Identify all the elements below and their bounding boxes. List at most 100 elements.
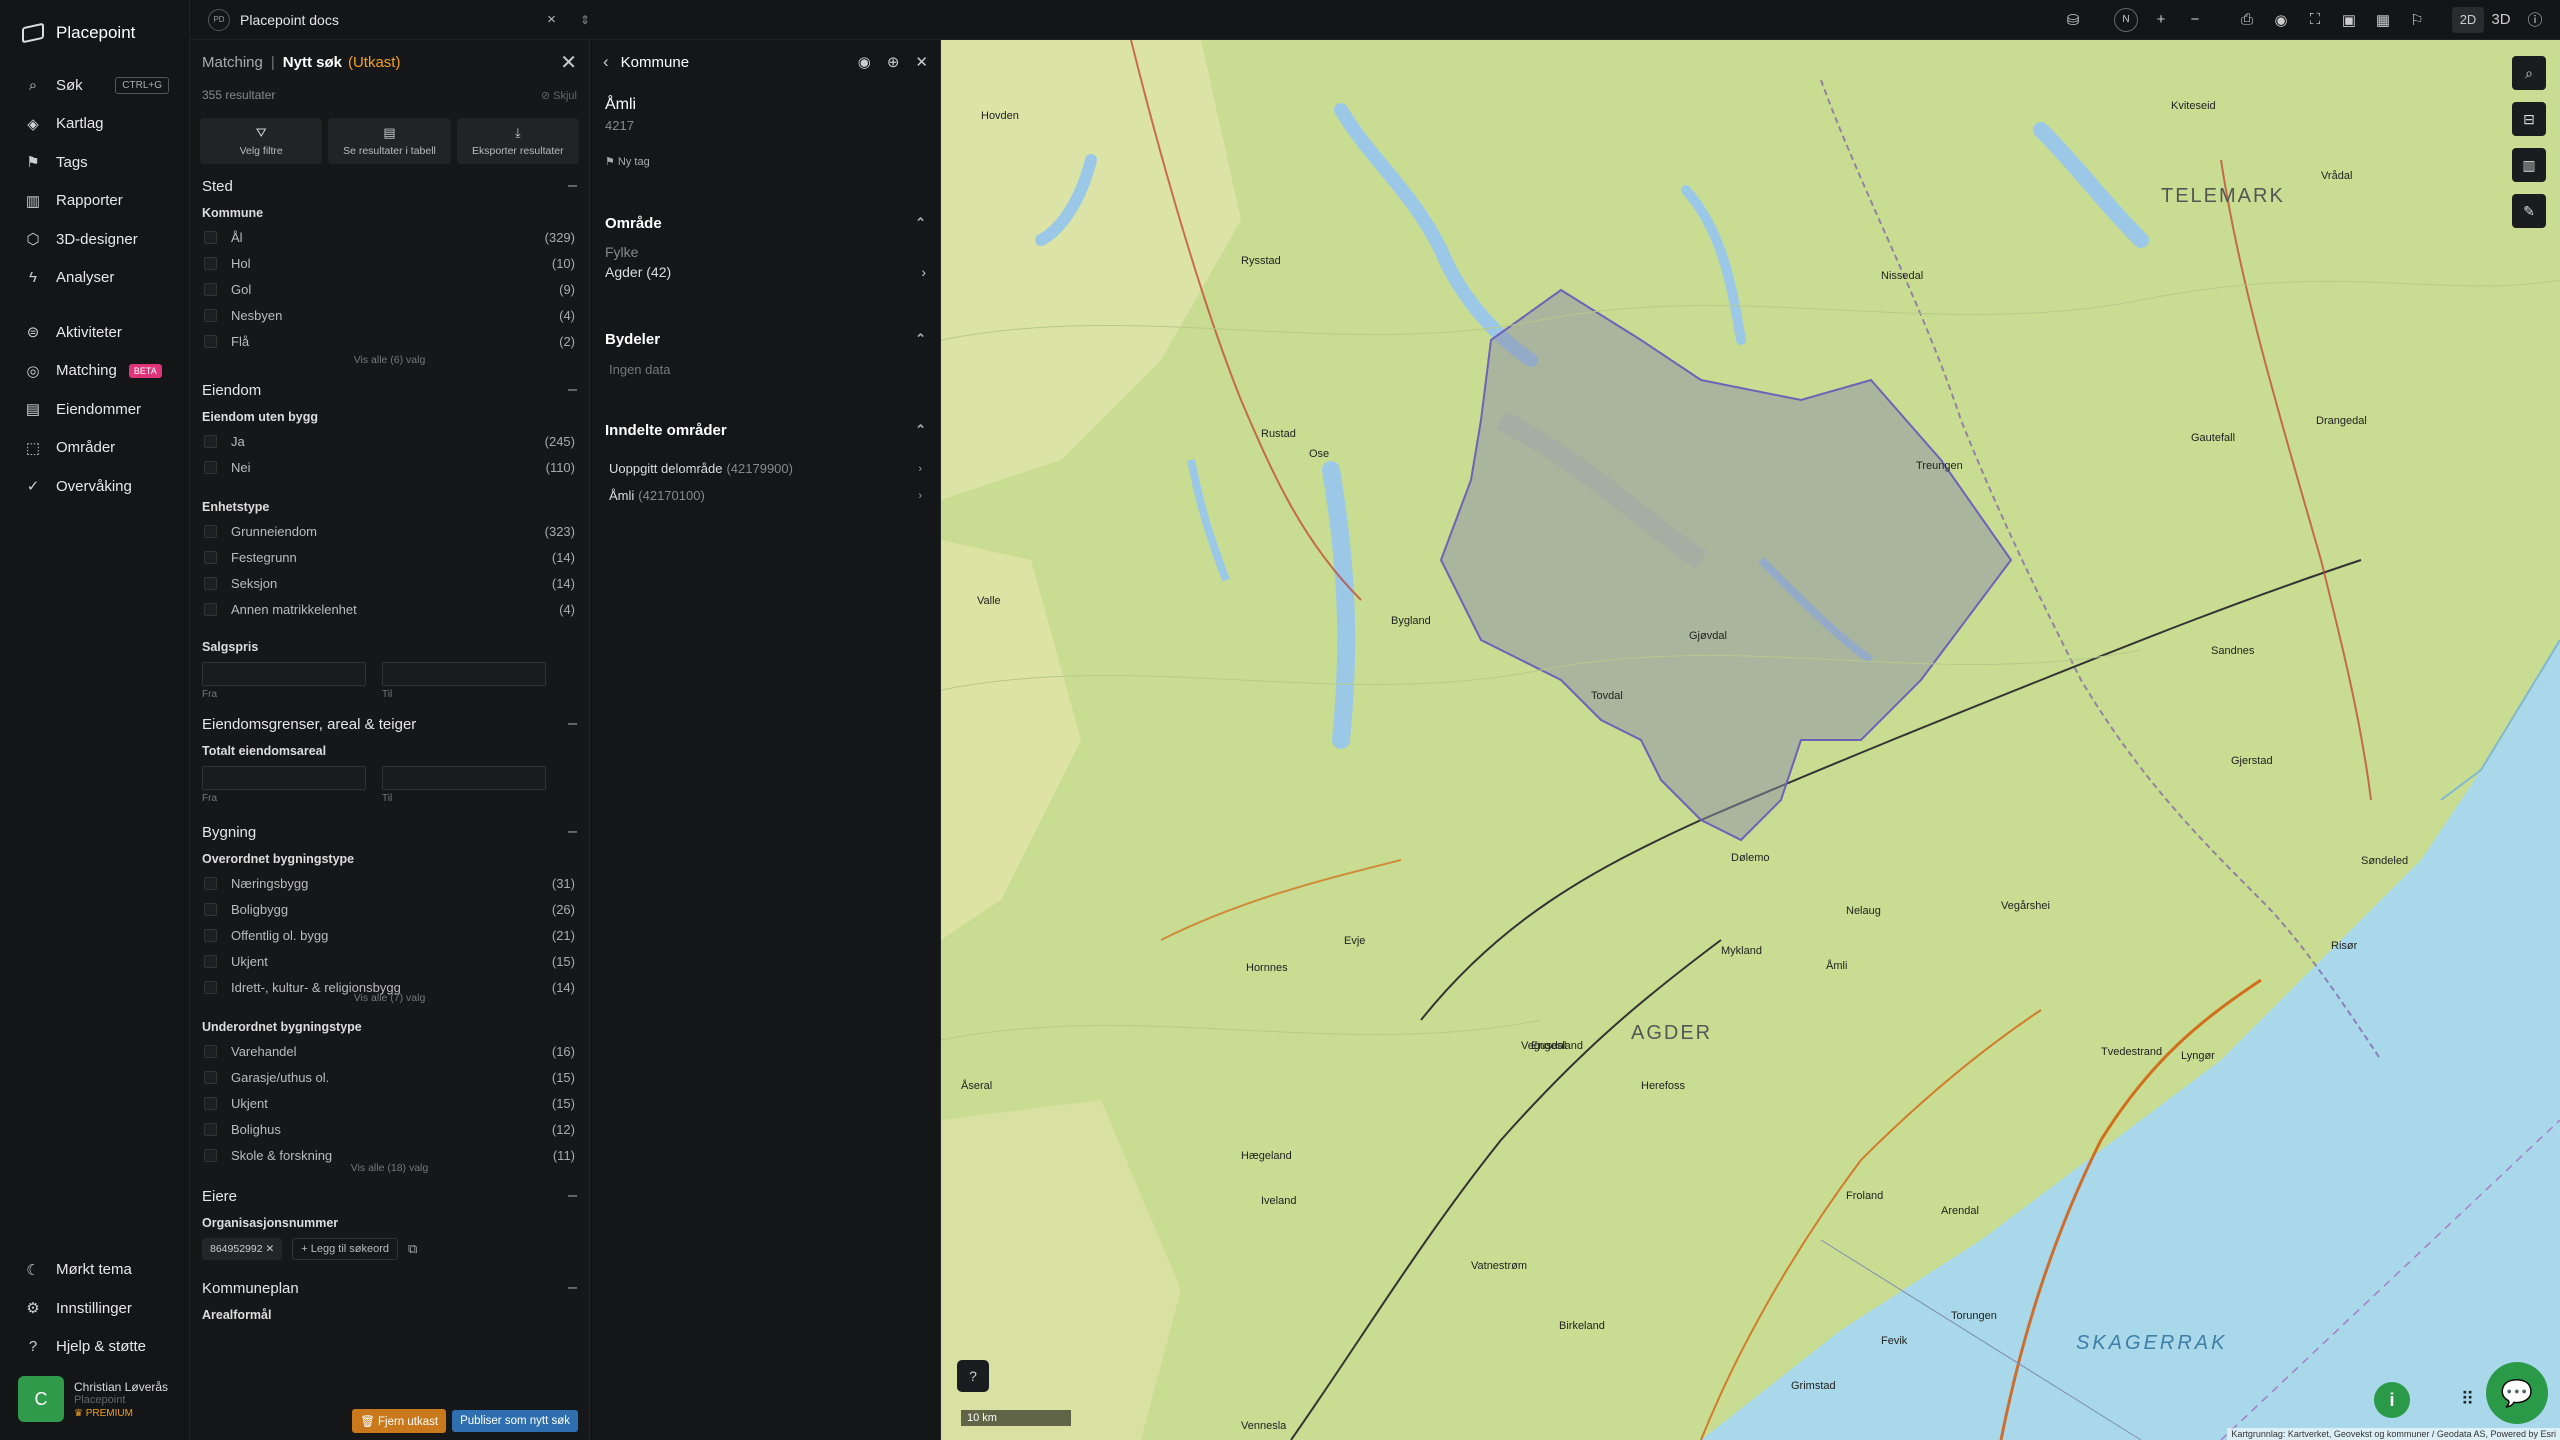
kommune-option[interactable]: Gol (9) [190, 276, 589, 302]
salgspris-from-input[interactable] [202, 662, 366, 686]
checkbox[interactable] [204, 550, 217, 564]
compass-icon[interactable]: N [2114, 7, 2138, 32]
map-view[interactable]: TELEMARK AGDER SKAGERRAK Åmli Dølemo Nel… [941, 40, 2560, 1440]
results-table-button[interactable]: ▤ Se resultater i tabell [328, 118, 451, 164]
close-icon[interactable]: × [547, 11, 556, 28]
add-keyword-button[interactable]: + Legg til søkeord [292, 1238, 399, 1260]
fylke-row[interactable]: Agder (42) › [591, 260, 940, 284]
statistics-icon[interactable]: ▥ [2512, 148, 2546, 182]
fullscreen-icon[interactable]: ⛶ [2298, 3, 2332, 37]
nav-item-tags[interactable]: ⚑ Tags [0, 143, 189, 182]
publish-search-button[interactable]: Publiser som nytt søk [452, 1410, 578, 1432]
eye-icon[interactable]: ◉ [2264, 3, 2298, 37]
print-icon[interactable]: ⎙ [2230, 3, 2264, 37]
enhetstype-option[interactable]: Seksjon (14) [190, 570, 589, 596]
hide-toggle[interactable]: ⊘ Skjul [541, 89, 577, 102]
zoom-in-icon[interactable]: + [2144, 3, 2178, 37]
areal-to-input[interactable] [382, 766, 546, 790]
nav-item-rapporter[interactable]: ▥ Rapporter [0, 182, 189, 221]
checkbox[interactable] [204, 1096, 217, 1110]
kommune-option[interactable]: Flå (2) [190, 328, 589, 354]
section-kommuneplan[interactable]: Kommuneplan – [190, 1274, 589, 1302]
close-icon[interactable]: ✕ [560, 50, 577, 75]
view-2d-toggle[interactable]: 2D [2452, 6, 2484, 33]
kommune-option[interactable]: Nesbyen (4) [190, 302, 589, 328]
choose-filters-button[interactable]: ⛛ Velg filtre [200, 118, 323, 164]
new-tag-button[interactable]: ⚑ Ny tag [591, 137, 940, 186]
checkbox[interactable] [204, 334, 217, 348]
keyword-chip[interactable]: 864952992 ✕ [202, 1238, 283, 1260]
checkbox[interactable] [204, 576, 217, 590]
user-card[interactable]: C Christian Løverås Placepoint ♛ PREMIUM [0, 1366, 190, 1440]
brand[interactable]: Placepoint [0, 0, 189, 66]
grid-icon[interactable]: ▦ [2366, 3, 2400, 37]
underordnet-option[interactable]: Bolighus (12) [190, 1116, 589, 1142]
salgspris-to-input[interactable] [382, 662, 546, 686]
nav-item-settings[interactable]: ⚙ Innstillinger [0, 1289, 190, 1328]
checkbox[interactable] [204, 876, 217, 890]
underordnet-option[interactable]: Ukjent (15) [190, 1090, 589, 1116]
section-eiendom[interactable]: Eiendom – [190, 376, 589, 404]
nav-item-kartlag[interactable]: ◈ Kartlag [0, 105, 189, 144]
bookmark-icon[interactable]: ⚐ [2400, 3, 2434, 37]
section-grenser[interactable]: Eiendomsgrenser, areal & teiger – [190, 710, 589, 738]
nav-item-3d-designer[interactable]: ⬡ 3D-designer [0, 220, 189, 259]
export-results-button[interactable]: ⤓ Eksporter resultater [456, 118, 579, 164]
section-sted[interactable]: Sted – [190, 172, 589, 200]
nav-item-eiendommer[interactable]: ▤ Eiendommer [0, 390, 189, 429]
checkbox[interactable] [204, 980, 217, 994]
kommune-option[interactable]: Hol (10) [190, 250, 589, 276]
measure-icon[interactable]: ⊟ [2512, 102, 2546, 136]
project-selector[interactable]: PD Placepoint docs × ⇕ [190, 8, 590, 31]
enhetstype-option[interactable]: Festegrunn (14) [190, 544, 589, 570]
bygningstype-option[interactable]: Boligbygg (26) [190, 896, 589, 922]
show-all-link[interactable]: Vis alle (6) valg [190, 354, 589, 370]
checkbox[interactable] [204, 928, 217, 942]
checkbox[interactable] [204, 282, 217, 296]
nav-item-aktiviteter[interactable]: ⊜ Aktiviteter [0, 313, 189, 352]
enhetstype-option[interactable]: Annen matrikkelenhet (4) [190, 596, 589, 622]
checkbox[interactable] [204, 434, 217, 448]
nav-item-help[interactable]: ? Hjelp & støtte [0, 1328, 190, 1367]
nav-item-dark-theme[interactable]: ☾ Mørkt tema [0, 1251, 190, 1290]
bygningstype-option[interactable]: Næringsbygg (31) [190, 870, 589, 896]
checkbox[interactable] [204, 954, 217, 968]
chevron-updown-icon[interactable]: ⇕ [580, 13, 590, 27]
close-icon[interactable]: ✕ [915, 53, 928, 71]
info-icon[interactable]: i [2374, 1382, 2410, 1418]
enhetstype-option[interactable]: Grunneiendom (323) [190, 518, 589, 544]
underordnet-option[interactable]: Garasje/uthus ol. (15) [190, 1064, 589, 1090]
checkbox[interactable] [204, 902, 217, 916]
section-bydeler[interactable]: Bydeler ⌃ [591, 324, 940, 354]
underordnet-option[interactable]: Varehandel (16) [190, 1038, 589, 1064]
breadcrumb[interactable]: Matching [202, 54, 263, 71]
nav-item-overvaking[interactable]: ✓ Overvåking [0, 467, 189, 506]
info-icon[interactable]: ⓘ [2518, 3, 2552, 37]
section-inndelte[interactable]: Inndelte områder ⌃ [591, 415, 940, 445]
inndelt-omrade-row[interactable]: Åmli (42170100) › [591, 482, 940, 509]
checkbox[interactable] [204, 1122, 217, 1136]
areal-from-input[interactable] [202, 766, 366, 790]
copy-icon[interactable]: ⧉ [408, 1241, 417, 1257]
checkbox[interactable] [204, 460, 217, 474]
checkbox[interactable] [204, 1044, 217, 1058]
drag-handle-icon[interactable]: ⠿ [2461, 1389, 2474, 1410]
eiendom-option[interactable]: Ja (245) [190, 428, 589, 454]
chevron-left-icon[interactable]: ‹ [603, 52, 609, 72]
checkbox[interactable] [204, 602, 217, 616]
section-eiere[interactable]: Eiere – [190, 1182, 589, 1210]
layers-stack-icon[interactable]: ⛁ [2056, 3, 2090, 37]
camera-icon[interactable]: ▣ [2332, 3, 2366, 37]
nav-item-matching[interactable]: ◎ Matching BETA [0, 352, 189, 391]
inndelt-omrade-row[interactable]: Uoppgitt delområde (42179900) › [591, 455, 940, 482]
nav-item-sok[interactable]: ⌕ Søk CTRL+G [0, 66, 189, 105]
draw-icon[interactable]: ✎ [2512, 194, 2546, 228]
help-icon[interactable]: ? [957, 1360, 989, 1392]
checkbox[interactable] [204, 256, 217, 270]
eiendom-option[interactable]: Nei (110) [190, 454, 589, 480]
section-bygning[interactable]: Bygning – [190, 818, 589, 846]
checkbox[interactable] [204, 1148, 217, 1162]
chat-icon[interactable]: 💬 [2486, 1362, 2548, 1424]
nav-item-analyser[interactable]: ϟ Analyser [0, 259, 189, 298]
eye-icon[interactable]: ◉ [858, 53, 871, 71]
